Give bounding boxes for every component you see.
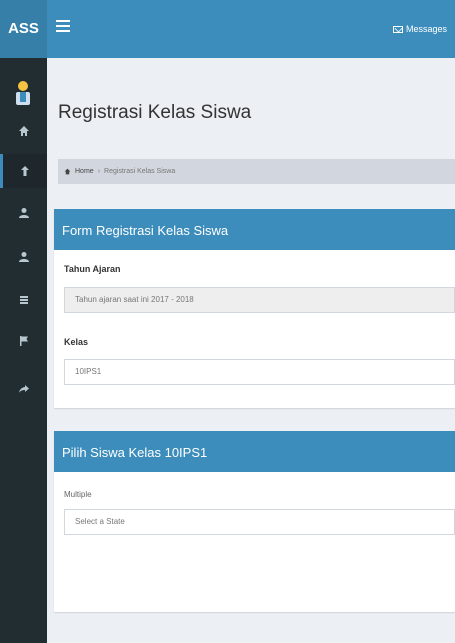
- sidebar-item-flag[interactable]: [0, 324, 47, 358]
- users-icon: [18, 252, 29, 262]
- breadcrumb-separator: ›: [97, 168, 101, 175]
- sidebar-item-home[interactable]: [0, 114, 47, 148]
- sidebar-item-share[interactable]: [0, 372, 47, 406]
- users-icon: [18, 208, 29, 218]
- messages-label: Messages: [405, 24, 447, 34]
- content-wrapper: Registrasi Kelas Siswa Home › Registrasi…: [47, 58, 455, 643]
- sidebar: [0, 58, 47, 643]
- sidebar-item-siswa[interactable]: [0, 196, 47, 230]
- sidebar-item-registrasi[interactable]: [0, 154, 47, 188]
- sidebar-item-list[interactable]: [0, 283, 47, 317]
- sidebar-toggle-icon[interactable]: [56, 20, 70, 34]
- envelope-icon: [392, 25, 403, 33]
- upload-icon: [21, 166, 29, 176]
- form-registrasi-box: Form Registrasi Kelas Siswa Tahun Ajaran…: [54, 209, 455, 408]
- sidebar-item-guru[interactable]: [0, 240, 47, 274]
- top-navbar: ASS Messages: [0, 0, 455, 58]
- multiple-label: Multiple: [64, 490, 92, 499]
- share-icon: [18, 385, 29, 393]
- dashboard-icon: [64, 168, 71, 175]
- list-icon: [19, 296, 28, 304]
- home-icon: [18, 126, 29, 136]
- pilih-siswa-box: Pilih Siswa Kelas 10IPS1 Multiple Select…: [54, 431, 455, 612]
- breadcrumb: Home › Registrasi Kelas Siswa: [58, 159, 455, 184]
- tahun-ajaran-label: Tahun Ajaran: [64, 264, 121, 274]
- box-title: Pilih Siswa Kelas 10IPS1: [54, 434, 455, 472]
- kelas-label: Kelas: [64, 337, 89, 347]
- box-title: Form Registrasi Kelas Siswa: [54, 212, 455, 250]
- select-state-input[interactable]: Select a State: [64, 509, 455, 535]
- user-avatar[interactable]: [14, 80, 32, 106]
- messages-link[interactable]: Messages: [392, 0, 447, 58]
- kelas-field[interactable]: 10IPS1: [64, 359, 455, 385]
- page-title: Registrasi Kelas Siswa: [58, 102, 252, 123]
- tahun-ajaran-field[interactable]: Tahun ajaran saat ini 2017 - 2018: [64, 287, 455, 313]
- breadcrumb-current: Registrasi Kelas Siswa: [104, 168, 176, 175]
- flag-icon: [19, 336, 28, 346]
- breadcrumb-home[interactable]: Home: [75, 168, 94, 175]
- app-logo[interactable]: ASS: [0, 0, 47, 58]
